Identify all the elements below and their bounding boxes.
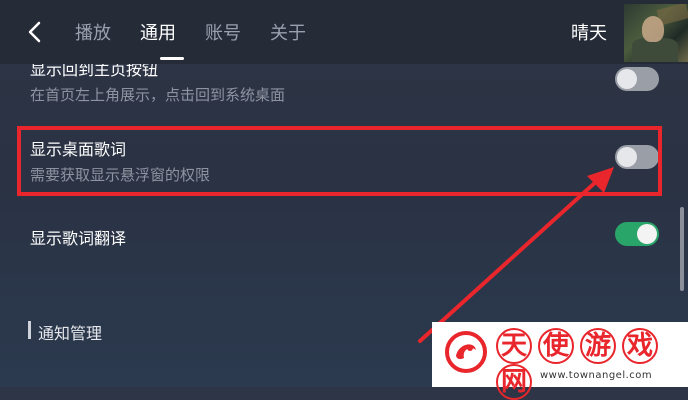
- watermark-text: 天使游戏网: [496, 328, 688, 400]
- watermark-url: www.townangel.com: [540, 370, 653, 381]
- watermark: 天使游戏网 www.townangel.com: [432, 322, 688, 400]
- watermark-logo-icon: [445, 331, 487, 373]
- watermark-char: 网: [496, 364, 532, 400]
- watermark-char: 游: [580, 328, 616, 364]
- watermark-char: 戏: [622, 328, 658, 364]
- watermark-char: 使: [538, 328, 574, 364]
- watermark-char: 天: [496, 328, 532, 364]
